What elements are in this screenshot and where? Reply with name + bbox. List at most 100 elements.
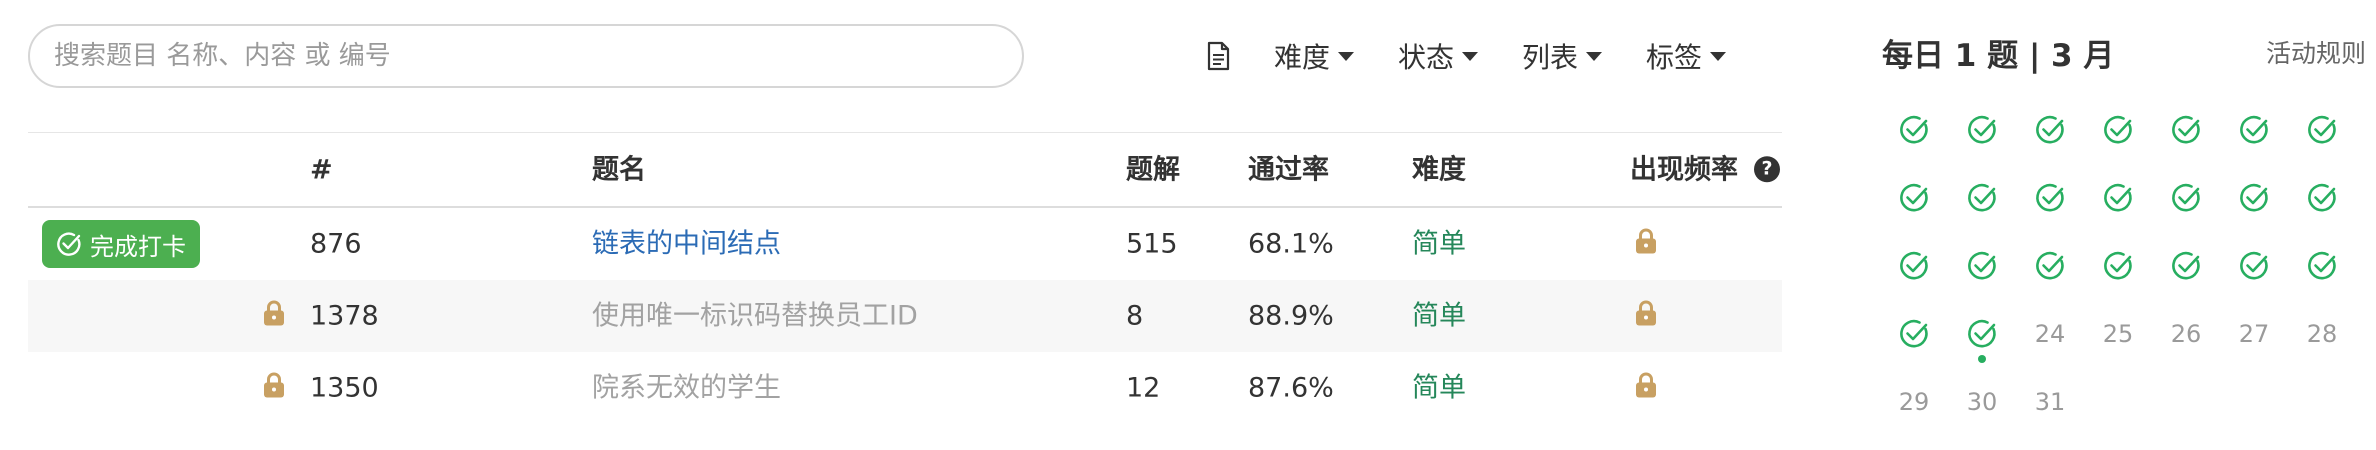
calendar-day-completed[interactable]: [2084, 96, 2152, 164]
calendar-day[interactable]: 30: [1948, 368, 2016, 436]
calendar-day[interactable]: 24: [2016, 300, 2084, 368]
activity-rules-link[interactable]: 活动规则: [2266, 34, 2366, 70]
header-frequency-label[interactable]: 出现频率: [1630, 154, 1738, 185]
check-circle-icon: [1968, 115, 1996, 144]
calendar-day[interactable]: 25: [2084, 300, 2152, 368]
check-circle-icon: [2172, 251, 2200, 280]
calendar-day-completed[interactable]: [1880, 300, 1948, 368]
check-circle-icon: [1900, 183, 1928, 212]
table-row: 1350 院系无效的学生 12 87.6% 简单: [28, 352, 1782, 424]
check-circle-icon: [1900, 319, 1928, 348]
problem-title-link[interactable]: 院系无效的学生: [592, 375, 781, 402]
problem-acceptance: 88.9%: [1248, 300, 1334, 332]
check-circle-icon: [1900, 115, 1928, 144]
calendar-day-completed[interactable]: [1948, 232, 2016, 300]
problem-difficulty: 简单: [1412, 228, 1466, 260]
calendar-day-number: 28: [2306, 320, 2338, 348]
problem-difficulty: 简单: [1412, 372, 1466, 404]
document-icon[interactable]: [1200, 38, 1236, 74]
problem-title-link[interactable]: 使用唯一标识码替换员工ID: [592, 303, 918, 330]
calendar-day-completed[interactable]: [2220, 96, 2288, 164]
calendar-day[interactable]: 26: [2152, 300, 2220, 368]
calendar-day[interactable]: 27: [2220, 300, 2288, 368]
daily-calendar: 24 25 26 27 28 29 30 31: [1880, 96, 2356, 436]
header-frequency: 出现频率?: [1630, 154, 1780, 185]
check-circle-icon: [2308, 115, 2336, 144]
calendar-day-completed[interactable]: [1948, 164, 2016, 232]
calendar-day-completed[interactable]: [1948, 300, 2016, 368]
check-circle-icon: [2036, 251, 2064, 280]
table-row: 1378 使用唯一标识码替换员工ID 8 88.9% 简单: [28, 280, 1782, 352]
caret-down-icon: [1710, 51, 1727, 61]
calendar-day-completed[interactable]: [1880, 96, 1948, 164]
problem-solutions[interactable]: 8: [1126, 303, 1143, 330]
calendar-day-completed[interactable]: [2220, 164, 2288, 232]
check-circle-icon: [2308, 183, 2336, 212]
calendar-day-completed[interactable]: [2152, 164, 2220, 232]
check-circle-icon: [1968, 251, 1996, 280]
check-circle-icon: [57, 232, 81, 256]
table-top-divider: [28, 132, 1782, 133]
check-circle-icon: [2172, 183, 2200, 212]
filter-list-label: 列表: [1522, 41, 1579, 74]
problem-title-link[interactable]: 链表的中间结点: [592, 231, 781, 258]
check-circle-icon: [2036, 183, 2064, 212]
problem-solutions[interactable]: 515: [1126, 231, 1178, 258]
table-row: 完成打卡 876 链表的中间结点 515 68.1% 简单: [28, 208, 1782, 280]
filter-status-label: 状态: [1398, 41, 1455, 74]
header-title[interactable]: 题名: [592, 157, 646, 184]
calendar-day-completed[interactable]: [1880, 164, 1948, 232]
calendar-day-completed[interactable]: [2084, 232, 2152, 300]
calendar-day-number: 27: [2238, 320, 2270, 348]
calendar-day[interactable]: 31: [2016, 368, 2084, 436]
calendar-day-completed[interactable]: [2288, 96, 2356, 164]
lock-icon: [260, 371, 288, 406]
filter-list[interactable]: 列表: [1522, 36, 1603, 76]
calendar-day-completed[interactable]: [2152, 96, 2220, 164]
filter-difficulty[interactable]: 难度: [1274, 36, 1355, 76]
calendar-day-completed[interactable]: [1880, 232, 1948, 300]
lock-icon: [260, 299, 288, 334]
check-circle-icon: [2104, 115, 2132, 144]
header-solutions[interactable]: 题解: [1126, 157, 1180, 184]
lock-icon[interactable]: [1632, 227, 1660, 262]
lock-icon[interactable]: [1632, 299, 1660, 334]
filter-tags-label: 标签: [1646, 41, 1703, 74]
header-acceptance[interactable]: 通过率: [1248, 157, 1329, 184]
help-icon[interactable]: ?: [1754, 155, 1780, 182]
checkin-done-button[interactable]: 完成打卡: [42, 220, 200, 268]
calendar-day-completed[interactable]: [2152, 232, 2220, 300]
problem-solutions[interactable]: 12: [1126, 375, 1160, 402]
check-circle-icon: [2104, 251, 2132, 280]
calendar-day-completed[interactable]: [2016, 96, 2084, 164]
problem-acceptance: 68.1%: [1248, 228, 1334, 260]
calendar-day-completed[interactable]: [2288, 164, 2356, 232]
calendar-day[interactable]: 29: [1880, 368, 1948, 436]
filter-tags[interactable]: 标签: [1646, 36, 1727, 76]
check-circle-icon: [1968, 319, 1996, 348]
calendar-day-completed[interactable]: [2084, 164, 2152, 232]
calendar-day-completed[interactable]: [1948, 96, 2016, 164]
header-difficulty[interactable]: 难度: [1412, 157, 1466, 184]
calendar-day-completed[interactable]: [2016, 232, 2084, 300]
problem-number: 876: [310, 228, 362, 260]
check-circle-icon: [2240, 183, 2268, 212]
calendar-day-completed[interactable]: [2016, 164, 2084, 232]
header-number[interactable]: #: [310, 157, 333, 184]
calendar-day-completed[interactable]: [2288, 232, 2356, 300]
caret-down-icon: [1586, 51, 1603, 61]
check-circle-icon: [1900, 251, 1928, 280]
calendar-day[interactable]: 28: [2288, 300, 2356, 368]
calendar-day-number: 31: [2034, 388, 2066, 416]
problem-acceptance: 87.6%: [1248, 372, 1334, 404]
calendar-day-completed[interactable]: [2220, 232, 2288, 300]
lock-icon[interactable]: [1632, 371, 1660, 406]
filter-difficulty-label: 难度: [1274, 41, 1331, 74]
check-circle-icon: [2104, 183, 2132, 212]
check-circle-icon: [2240, 115, 2268, 144]
calendar-day-number: 24: [2034, 320, 2066, 348]
search-input[interactable]: [28, 24, 1024, 88]
filter-bar: 难度 状态 列表 标签: [1200, 34, 1770, 78]
filter-status[interactable]: 状态: [1398, 36, 1479, 76]
problem-number: 1378: [310, 300, 379, 332]
